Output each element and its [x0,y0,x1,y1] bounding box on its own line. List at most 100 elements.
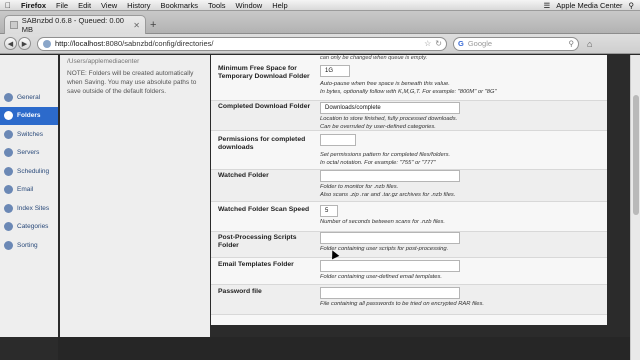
search-placeholder: Google [467,39,493,48]
sidebar-item-general[interactable]: General [0,88,58,107]
menu-history[interactable]: History [122,1,155,10]
scripts-folder-input[interactable] [320,232,460,244]
folders-form: can only be changed when queue is empty.… [211,55,607,325]
address-bar[interactable]: http://localhost :8080/sabnzbd/config/di… [37,36,447,51]
wifi-icon[interactable]: ☰ [543,1,550,10]
base-path: /Users/applemediacenter [67,58,140,65]
sidebar-item-index-sites[interactable]: Index Sites [0,199,58,218]
url-path: :8080/sabnzbd/config/directories/ [103,39,214,48]
email-icon [4,185,13,195]
forward-icon[interactable]: ▶ [18,37,31,50]
field-description-line: File containing all passwords to be trie… [320,301,485,307]
clock-icon [4,166,13,176]
field-row-email-templates: Email Templates Folder Folder containing… [211,258,607,285]
spotlight-icon[interactable]: ⚲ [629,1,635,10]
sidebar-item-label: Index Sites [17,204,50,212]
watched-folder-input[interactable] [320,170,460,182]
sidebar-item-email[interactable]: Email [0,181,58,200]
categories-icon [4,222,13,232]
permissions-input[interactable] [320,134,356,146]
sidebar-item-sorting[interactable]: Sorting [0,236,58,255]
completed-folder-input[interactable]: Downloads/complete [320,102,460,114]
field-row-permissions: Permissions for completed downloads Set … [211,131,607,170]
field-row-scripts-folder: Post-Processing Scripts Folder Folder co… [211,232,607,258]
page-content: General Folders Switches Servers Schedul… [0,55,640,360]
sidebar-item-label: Email [17,186,34,194]
sidebar-item-label: Folders [17,112,41,120]
sidebar-item-switches[interactable]: Switches [0,125,58,144]
sidebar-item-categories[interactable]: Categories [0,218,58,237]
field-description-line: Set permissions pattern for completed fi… [320,152,451,158]
field-label: Completed Download Folder [218,103,311,110]
index-sites-icon [4,203,13,213]
sidebar-item-label: Categories [17,223,49,231]
field-label: Watched Folder [218,172,269,179]
sidebar-item-folders[interactable]: Folders [0,106,58,125]
search-input[interactable]: G Google ⚲ [453,36,579,51]
menu-view[interactable]: View [96,1,122,10]
field-description: Folder containing user scripts for post-… [320,246,600,254]
sidebar-item-label: General [17,93,41,101]
navigation-bar: ◀ ▶ http://localhost :8080/sabnzbd/confi… [0,34,640,54]
field-description: Location to store finished, fully proces… [320,116,600,132]
menu-edit[interactable]: Edit [73,1,96,10]
folders-note: NOTE: Folders will be created automatica… [67,70,197,96]
menu-file[interactable]: File [51,1,73,10]
tab-title: SABnzbd 0.6.8 - Queued: 0.00 MB [21,16,124,34]
menubar-status-area: ☰ Apple Media Center ⚲ [543,1,640,10]
field-label: Permissions for completed downloads [218,136,306,152]
field-label: Post-Processing Scripts Folder [218,234,297,250]
password-file-input[interactable] [320,287,460,299]
field-description-line: Number of seconds between scans for .nzb… [320,219,446,225]
tab-close-icon[interactable]: ✕ [133,21,140,30]
favicon-icon [10,21,18,29]
field-description-line: Location to store finished, fully proces… [320,116,458,122]
user-name[interactable]: Apple Media Center [556,1,622,10]
site-identity-icon[interactable] [43,39,51,48]
field-description-line: Folder to monitor for .nzb files. [320,184,399,190]
min-free-space-input[interactable]: 1G [320,65,350,77]
field-row-min-free-space: Minimum Free Space for Temporary Downloa… [211,61,607,101]
field-description: File containing all passwords to be trie… [320,301,600,309]
field-description-line: Folder containing user scripts for post-… [320,246,449,252]
field-description-line: Folder containing user-defined email tem… [320,274,443,280]
folder-icon [4,111,13,121]
sidebar-item-servers[interactable]: Servers [0,144,58,163]
field-description: Number of seconds between scans for .nzb… [320,219,600,227]
bookmark-star-icon[interactable]: ☆ [424,39,431,48]
reload-icon[interactable]: ↻ [435,39,442,48]
menu-bar:  Firefox File Edit View History Bookmar… [0,0,640,11]
menu-tools[interactable]: Tools [203,1,231,10]
menu-bookmarks[interactable]: Bookmarks [156,1,204,10]
scrollbar-thumb[interactable] [633,95,639,215]
field-description: Folder containing user-defined email tem… [320,274,600,282]
field-description: Set permissions pattern for completed fi… [320,152,600,168]
menu-help[interactable]: Help [267,1,292,10]
new-tab-icon[interactable]: + [150,19,156,31]
sidebar-item-scheduling[interactable]: Scheduling [0,162,58,181]
back-icon[interactable]: ◀ [4,37,17,50]
field-label: Watched Folder Scan Speed [218,206,310,213]
vertical-scrollbar[interactable] [630,55,640,360]
scan-speed-input[interactable]: 5 [320,205,338,217]
url-host: http://localhost [55,39,104,48]
sidebar-item-label: Scheduling [17,167,50,175]
field-row-password-file: Password file File containing all passwo… [211,285,607,315]
screen:  Firefox File Edit View History Bookmar… [0,0,640,360]
menu-app-name[interactable]: Firefox [16,1,51,10]
field-row-watched-folder: Watched Folder Folder to monitor for .nz… [211,170,607,202]
sidebar-item-label: Sorting [17,241,38,249]
sidebar-item-label: Servers [17,149,40,157]
email-templates-input[interactable] [320,260,460,272]
server-icon [4,148,13,158]
sidebar-item-label: Switches [17,130,44,138]
home-icon[interactable]: ⌂ [587,39,592,49]
page-footer [58,337,630,360]
search-icon[interactable]: ⚲ [569,39,575,48]
apple-logo-icon[interactable]:  [0,1,16,10]
menu-window[interactable]: Window [231,1,268,10]
field-description-line: In bytes, optionally follow with K,M,G,T… [320,88,497,95]
field-description: Auto-pause when free space is beneath th… [320,81,600,97]
google-icon: G [458,39,464,48]
browser-tab[interactable]: SABnzbd 0.6.8 - Queued: 0.00 MB ✕ [4,15,146,34]
